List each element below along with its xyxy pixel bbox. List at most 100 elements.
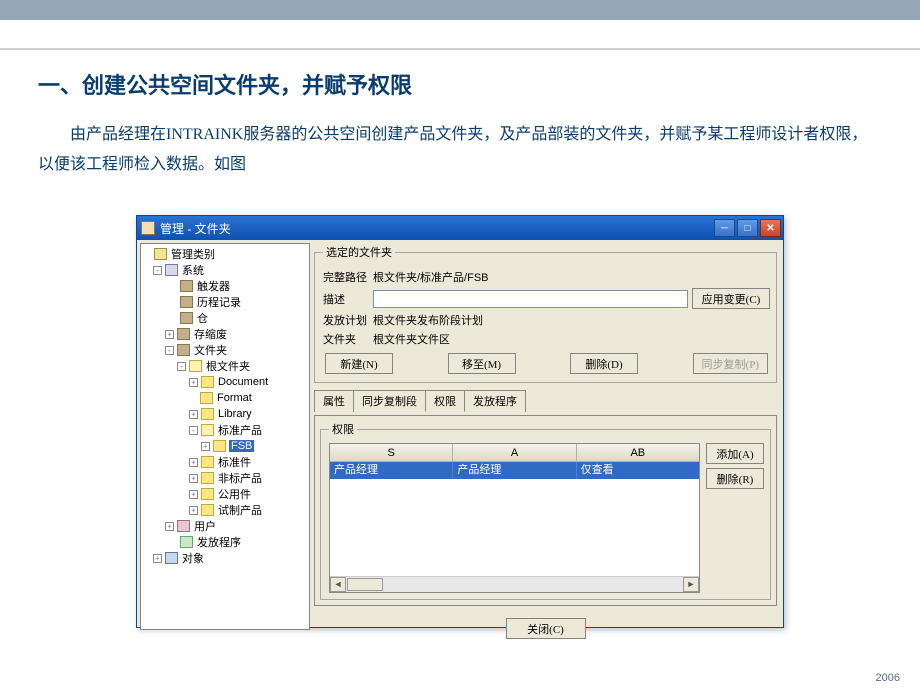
path-value: 根文件夹/标准产品/FSB [373, 269, 489, 285]
system-icon [165, 264, 178, 276]
tree-item[interactable]: 发放程序 [143, 534, 309, 550]
tree-item[interactable]: +试制产品 [143, 502, 309, 518]
col-ab[interactable]: AB [577, 444, 699, 461]
folder-icon [213, 440, 226, 452]
folder-icon [201, 504, 214, 516]
tree-item[interactable]: +Document [143, 374, 309, 390]
tree-item-selected[interactable]: +FSB [143, 438, 309, 454]
group-label: 选定的文件夹 [323, 244, 395, 260]
cell-ab: 仅查看 [577, 462, 699, 479]
expand-icon[interactable]: + [189, 506, 198, 515]
app-icon [141, 221, 155, 235]
user-icon [177, 520, 190, 532]
expand-icon[interactable]: + [189, 458, 198, 467]
maximize-button[interactable]: □ [737, 219, 758, 237]
expand-icon[interactable]: + [201, 442, 210, 451]
move-button[interactable]: 移至(M) [448, 353, 516, 374]
expand-icon[interactable]: + [189, 490, 198, 499]
close-button[interactable]: ✕ [760, 219, 781, 237]
collapse-icon[interactable]: - [177, 362, 186, 371]
close-dialog-button[interactable]: 关闭(C) [506, 618, 586, 639]
right-pane: 选定的文件夹 完整路径 根文件夹/标准产品/FSB 描述 应用变更(C) 发放计… [310, 240, 783, 627]
sync-copy-button: 同步复制(P) [693, 353, 768, 374]
permissions-group-label: 权限 [329, 421, 357, 437]
doc-icon [177, 328, 190, 340]
scroll-left-icon[interactable]: ◄ [330, 577, 346, 592]
cell-a: 产品经理 [453, 462, 576, 479]
tab-permissions[interactable]: 权限 [425, 390, 465, 412]
doc-icon [180, 296, 193, 308]
expand-icon[interactable]: + [189, 474, 198, 483]
tree-item[interactable]: +非标产品 [143, 470, 309, 486]
folder-icon [201, 408, 214, 420]
folder-icon [154, 248, 167, 260]
tree-item[interactable]: +标准件 [143, 454, 309, 470]
tree-system[interactable]: -系统 [143, 262, 309, 278]
doc-icon [177, 344, 190, 356]
titlebar[interactable]: 管理 - 文件夹 ─ □ ✕ [137, 216, 783, 240]
expand-icon[interactable]: + [165, 330, 174, 339]
folder-open-icon [201, 424, 214, 436]
expand-icon[interactable]: + [153, 554, 162, 563]
tree-item[interactable]: -文件夹 [143, 342, 309, 358]
folder-icon [200, 392, 213, 404]
collapse-icon[interactable]: - [165, 346, 174, 355]
tree-object[interactable]: +对象 [143, 550, 309, 566]
folder-icon [201, 472, 214, 484]
scroll-thumb[interactable] [347, 578, 383, 591]
tree-item[interactable]: +存缩废 [143, 326, 309, 342]
plan-label: 发放计划 [323, 312, 373, 328]
scroll-right-icon[interactable]: ► [683, 577, 699, 592]
selected-folder-group: 选定的文件夹 完整路径 根文件夹/标准产品/FSB 描述 应用变更(C) 发放计… [314, 244, 777, 383]
tab-release[interactable]: 发放程序 [464, 390, 526, 412]
cell-s: 产品经理 [330, 462, 453, 479]
tab-attributes[interactable]: 属性 [314, 390, 354, 412]
tree-item[interactable]: 触发器 [143, 278, 309, 294]
tabs: 属性 同步复制段 权限 发放程序 [314, 389, 777, 411]
tree-item[interactable]: -根文件夹 [143, 358, 309, 374]
tree-root[interactable]: 管理类别 [143, 246, 309, 262]
folder-icon [201, 376, 214, 388]
desc-label: 描述 [323, 291, 373, 307]
program-icon [180, 536, 193, 548]
collapse-icon[interactable]: - [189, 426, 198, 435]
col-a[interactable]: A [453, 444, 576, 461]
tab-panel-permissions: 权限 S A AB 产品经理 产品经理 仅查看 [314, 415, 777, 606]
delete-permission-button[interactable]: 删除(R) [706, 468, 764, 489]
slide-body-text: 由产品经理在INTRAINK服务器的公共空间创建产品文件夹，及产品部装的文件夹，… [38, 120, 882, 181]
doc-icon [180, 312, 193, 324]
path-label: 完整路径 [323, 269, 373, 285]
table-row[interactable]: 产品经理 产品经理 仅查看 [330, 462, 699, 479]
tree-item[interactable]: +公用件 [143, 486, 309, 502]
tree-item[interactable]: 仓 [143, 310, 309, 326]
folder-icon [201, 456, 214, 468]
tree-item[interactable]: +Library [143, 406, 309, 422]
tab-sync[interactable]: 同步复制段 [353, 390, 426, 412]
col-s[interactable]: S [330, 444, 453, 461]
expand-icon[interactable]: + [189, 378, 198, 387]
desc-input[interactable] [373, 290, 688, 308]
delete-button[interactable]: 删除(D) [570, 353, 638, 374]
permissions-table[interactable]: S A AB 产品经理 产品经理 仅查看 ◄ [329, 443, 700, 593]
tree-item[interactable]: Format [143, 390, 309, 406]
window-title: 管理 - 文件夹 [160, 220, 712, 237]
tree-item[interactable]: +用户 [143, 518, 309, 534]
minimize-button[interactable]: ─ [714, 219, 735, 237]
area-value: 根文件夹文件区 [373, 331, 450, 347]
add-permission-button[interactable]: 添加(A) [706, 443, 764, 464]
scroll-track[interactable] [346, 577, 683, 592]
plan-value: 根文件夹发布阶段计划 [373, 312, 483, 328]
apply-change-button[interactable]: 应用变更(C) [692, 288, 770, 309]
tree-item[interactable]: -标准产品 [143, 422, 309, 438]
h-scrollbar[interactable]: ◄ ► [330, 576, 699, 592]
expand-icon[interactable]: + [189, 410, 198, 419]
tree-pane[interactable]: 管理类别 -系统 触发器 历程记录 仓 +存缩废 -文件夹 -根文件夹 +Doc… [140, 243, 310, 630]
new-button[interactable]: 新建(N) [325, 353, 393, 374]
app-window: 管理 - 文件夹 ─ □ ✕ 管理类别 -系统 触发器 历程记录 仓 +存缩废 … [136, 215, 784, 628]
tree-item[interactable]: 历程记录 [143, 294, 309, 310]
collapse-icon[interactable]: - [153, 266, 162, 275]
slide-top-bar [0, 0, 920, 20]
footer-year: 2006 [876, 672, 900, 684]
expand-icon[interactable]: + [165, 522, 174, 531]
folder-icon [201, 488, 214, 500]
